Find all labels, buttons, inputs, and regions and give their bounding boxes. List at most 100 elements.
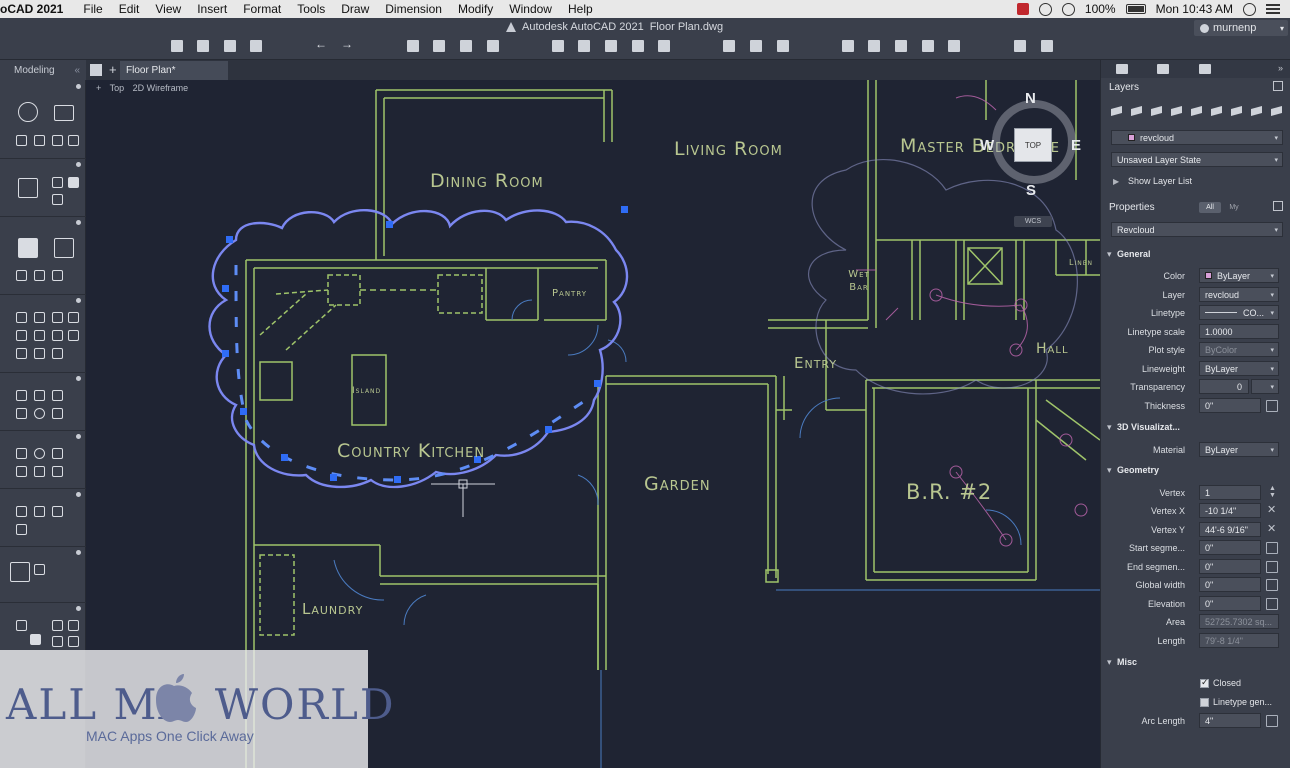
dim-baseline-icon[interactable] (16, 466, 27, 477)
vertex-x-input[interactable]: -10 1/4" (1199, 503, 1261, 518)
pick-point-icon[interactable] (1266, 542, 1278, 554)
move-tool-icon[interactable] (16, 312, 27, 323)
panel-collapse-icon[interactable]: » (1278, 63, 1283, 73)
array-tool-icon[interactable] (68, 312, 79, 323)
offset-tool-icon[interactable] (52, 330, 63, 341)
closed-checkbox[interactable] (1200, 677, 1209, 688)
blocks-tab-icon[interactable] (1199, 64, 1211, 74)
ungroup-tool-icon[interactable] (34, 564, 45, 575)
copy-tool-icon[interactable] (16, 330, 27, 341)
viewcube-top-face[interactable]: TOP (1014, 128, 1052, 162)
open-file-icon[interactable] (197, 40, 209, 52)
linetype-scale-input[interactable]: 1.0000 (1199, 324, 1279, 339)
menu-edit[interactable]: Edit (111, 2, 148, 16)
rectangle-tool-icon[interactable] (54, 105, 74, 121)
show-layer-list[interactable]: Show Layer List (1128, 176, 1192, 186)
join-tool-icon[interactable] (52, 348, 63, 359)
pick-point-icon[interactable] (1266, 400, 1278, 412)
viewcube[interactable]: TOP N S E W (980, 90, 1084, 199)
palette-menu-icon[interactable] (76, 220, 81, 225)
layer-properties-icon[interactable] (1111, 106, 1122, 116)
menu-tools[interactable]: Tools (289, 2, 333, 16)
palette-menu-icon[interactable] (76, 492, 81, 497)
scissors-icon[interactable] (34, 312, 45, 323)
measure-radius-icon[interactable] (52, 636, 63, 647)
match-properties-icon[interactable] (842, 40, 854, 52)
palette-menu-icon[interactable] (76, 298, 81, 303)
spell-check-icon[interactable] (34, 390, 45, 401)
explode-tool-icon[interactable] (34, 348, 45, 359)
menu-insert[interactable]: Insert (189, 2, 235, 16)
region-tool-icon[interactable] (52, 177, 63, 188)
properties-popout-icon[interactable] (1273, 201, 1283, 211)
wifi-icon[interactable] (1061, 2, 1075, 16)
polygon-tool-icon[interactable] (34, 135, 45, 146)
dim-angular-icon[interactable] (52, 466, 63, 477)
layer-unisolate-icon[interactable] (1231, 106, 1242, 116)
orbit-icon[interactable] (777, 40, 789, 52)
properties-icon[interactable] (658, 40, 670, 52)
layer-delete-icon[interactable] (1151, 106, 1162, 116)
layer-freeze-icon[interactable] (1251, 106, 1262, 116)
block-edit-icon[interactable] (52, 506, 63, 517)
grid-view-icon[interactable] (90, 64, 102, 76)
menu-modify[interactable]: Modify (450, 2, 501, 16)
circle-tool-icon[interactable] (18, 102, 38, 122)
linetype-gen-checkbox[interactable] (1200, 698, 1209, 707)
tag-tool-icon[interactable] (54, 238, 74, 258)
scale-tool-icon[interactable] (16, 348, 27, 359)
save-icon[interactable] (224, 40, 236, 52)
pan-icon[interactable] (750, 40, 762, 52)
palette-menu-icon[interactable] (76, 84, 81, 89)
user-account-button[interactable]: murnenp ▾ (1194, 20, 1288, 36)
plot-icon[interactable] (407, 40, 419, 52)
layer-isolate-icon[interactable] (1211, 106, 1222, 116)
transparency-input[interactable]: 0 (1199, 379, 1249, 394)
palette-menu-icon[interactable] (76, 550, 81, 555)
filter-all-button[interactable]: All (1199, 202, 1221, 213)
layers-popout-icon[interactable] (1273, 81, 1283, 91)
attribute-icon[interactable] (16, 524, 27, 535)
dim-linear-icon[interactable] (16, 448, 27, 459)
attach-icon[interactable] (605, 40, 617, 52)
pick-point-icon[interactable] (1266, 579, 1278, 591)
compass-east[interactable]: E (1071, 137, 1081, 154)
thickness-input[interactable]: 0" (1199, 398, 1261, 413)
palette-menu-icon[interactable] (76, 162, 81, 167)
linetype-dropdown[interactable]: CO... ▾ (1199, 305, 1279, 320)
section-misc[interactable]: Misc (1107, 657, 1137, 668)
wcs-menu[interactable]: WCS (1014, 216, 1052, 227)
clock[interactable]: Mon 10:43 AM (1156, 2, 1233, 16)
filter-my-button[interactable]: My (1223, 202, 1245, 213)
layer-new-icon[interactable] (1131, 106, 1142, 116)
plot-preview-icon[interactable] (487, 40, 499, 52)
screen-record-icon[interactable] (1016, 3, 1029, 15)
layer-on-icon[interactable] (52, 270, 63, 281)
global-width-input[interactable]: 0" (1199, 577, 1261, 592)
compass-south[interactable]: S (1026, 182, 1036, 199)
layer-state-dropdown[interactable]: Unsaved Layer State ▾ (1111, 152, 1283, 167)
arc-tool-icon[interactable] (16, 135, 27, 146)
notification-center-icon[interactable] (1266, 4, 1280, 14)
pick-coordinate-icon[interactable]: ✕ (1267, 503, 1276, 516)
end-segment-input[interactable]: 0" (1199, 559, 1261, 574)
image-tool-icon[interactable] (68, 177, 79, 188)
layers-tab-icon[interactable] (1157, 64, 1169, 74)
current-layer-dropdown[interactable]: revcloud ▾ (1111, 130, 1283, 145)
new-tab-icon[interactable]: + (109, 62, 117, 77)
arc-length-input[interactable]: 4" (1199, 713, 1261, 728)
section-geometry[interactable]: Geometry (1107, 465, 1159, 476)
menu-file[interactable]: File (75, 2, 110, 16)
workspace-tab[interactable]: Modeling « (0, 60, 86, 80)
pick-point-icon[interactable] (1266, 598, 1278, 610)
save-as-icon[interactable] (250, 40, 262, 52)
batch-plot-icon[interactable] (433, 40, 445, 52)
zoom-window-icon[interactable] (723, 40, 735, 52)
tab-floor-plan[interactable]: Floor Plan* (120, 61, 228, 80)
start-segment-input[interactable]: 0" (1199, 540, 1261, 555)
compass-north[interactable]: N (1025, 90, 1036, 107)
object-type-dropdown[interactable]: Revcloud ▾ (1111, 222, 1283, 237)
block-icon[interactable] (552, 40, 564, 52)
measure-icon[interactable] (1014, 40, 1026, 52)
block-insert-icon[interactable] (16, 506, 27, 517)
